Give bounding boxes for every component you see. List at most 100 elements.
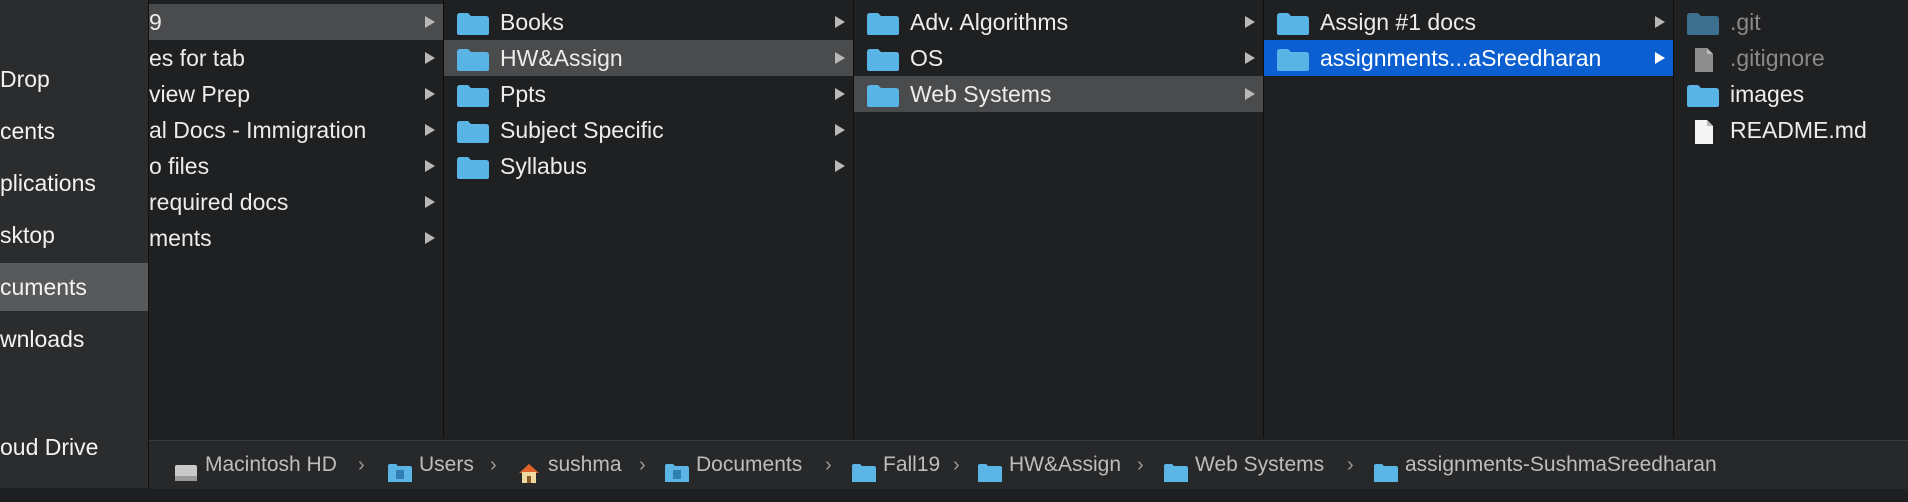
- sidebar-item-label: plications: [0, 170, 96, 196]
- browser-column[interactable]: .git .gitignore images README.md: [1674, 0, 1908, 438]
- item-label: README.md: [1730, 117, 1867, 143]
- item-label: Web Systems: [910, 81, 1052, 107]
- folder-icon: [1276, 10, 1310, 35]
- disclosure-arrow-icon: [425, 196, 435, 208]
- folder-icon: [866, 82, 900, 107]
- folder-icon: [456, 82, 490, 107]
- folder-icon: [866, 10, 900, 35]
- sidebar-item[interactable]: oud Drive: [0, 423, 148, 471]
- item-label: Assign #1 docs: [1320, 9, 1476, 35]
- path-crumb-label: HW&Assign: [1009, 453, 1122, 476]
- item-label: Adv. Algorithms: [910, 9, 1069, 35]
- folder-row[interactable]: Syllabus: [444, 148, 853, 184]
- folder-row[interactable]: Adv. Algorithms: [854, 4, 1263, 40]
- item-label: Ppts: [500, 81, 547, 107]
- sidebar: Drop cents plications sktop cuments wnloads ou…: [0, 0, 149, 488]
- disclosure-arrow-icon: [835, 52, 845, 64]
- sidebar-item[interactable]: wnloads: [0, 315, 148, 363]
- folder-row[interactable]: Ppts: [444, 76, 853, 112]
- disclosure-arrow-icon: [425, 52, 435, 64]
- sidebar-item-label: Drop: [0, 66, 50, 92]
- folder-row[interactable]: Books: [444, 4, 853, 40]
- folder-icon: [1686, 82, 1720, 107]
- folder-row[interactable]: HW&Assign: [444, 40, 853, 76]
- disclosure-arrow-icon: [425, 124, 435, 136]
- path-crumb-label: Fall19: [883, 453, 941, 476]
- folder-row[interactable]: ments: [149, 220, 443, 256]
- folder-icon: [456, 10, 490, 35]
- folder-row[interactable]: .git: [1674, 4, 1908, 40]
- item-label: al Docs - Immigration: [149, 117, 367, 143]
- browser-column[interactable]: Books HW&Assign Ppts Subject Specific Syllab…: [444, 0, 854, 438]
- item-label: .gitignore: [1730, 45, 1825, 71]
- disclosure-arrow-icon: [1245, 16, 1255, 28]
- disclosure-arrow-icon: [425, 88, 435, 100]
- browser-column[interactable]: 9 es for tab view Prep al Docs - Immigratio…: [149, 0, 444, 438]
- folder-icon: [456, 46, 490, 71]
- path-bar: Macintosh HD › Users › sushma › Documents › Fall…: [149, 440, 1908, 489]
- sidebar-item-label: oud Drive: [0, 434, 99, 460]
- sidebar-item[interactable]: plications: [0, 159, 148, 207]
- folder-icon: [977, 454, 1003, 482]
- path-crumb-label: Web Systems: [1195, 453, 1325, 476]
- folder-icon: [866, 46, 900, 71]
- path-separator-icon: ›: [953, 454, 960, 476]
- sidebar-item[interactable]: cents: [0, 107, 148, 155]
- folder-row[interactable]: al Docs - Immigration: [149, 112, 443, 148]
- path-separator-icon: ›: [358, 454, 365, 476]
- sidebar-item-label: sktop: [0, 222, 55, 248]
- item-label: required docs: [149, 189, 289, 215]
- folder-icon: [1163, 454, 1189, 482]
- disclosure-arrow-icon: [1655, 52, 1665, 64]
- item-label: HW&Assign: [500, 45, 623, 71]
- folder-row[interactable]: OS: [854, 40, 1263, 76]
- item-label: es for tab: [149, 45, 245, 71]
- sidebar-item[interactable]: Drop: [0, 55, 148, 103]
- folder-row[interactable]: Web Systems: [854, 76, 1263, 112]
- folder-row[interactable]: Subject Specific: [444, 112, 853, 148]
- file-row[interactable]: README.md: [1674, 112, 1908, 148]
- item-label: Subject Specific: [500, 117, 664, 143]
- item-label: Books: [500, 9, 564, 35]
- sidebar-item-label: cuments: [0, 274, 87, 300]
- folder-row[interactable]: images: [1674, 76, 1908, 112]
- users-folder-icon: [387, 454, 413, 482]
- home-icon: [516, 454, 542, 483]
- disclosure-arrow-icon: [1245, 52, 1255, 64]
- item-label: images: [1730, 81, 1805, 107]
- folder-row[interactable]: required docs: [149, 184, 443, 220]
- disclosure-arrow-icon: [835, 16, 845, 28]
- folder-icon: [1373, 454, 1399, 482]
- folder-icon: [456, 118, 490, 143]
- browser-column[interactable]: Adv. Algorithms OS Web Systems: [854, 0, 1264, 438]
- folder-row[interactable]: view Prep: [149, 76, 443, 112]
- documents-folder-icon: [664, 454, 690, 482]
- sidebar-item[interactable]: cuments: [0, 263, 148, 311]
- item-label: ments: [149, 225, 212, 251]
- folder-row[interactable]: 9: [149, 4, 443, 40]
- path-crumb-label: Documents: [696, 453, 803, 476]
- folder-icon: [1686, 10, 1720, 35]
- folder-row[interactable]: assignments...aSreedharan: [1264, 40, 1673, 76]
- item-label: 9: [149, 9, 162, 35]
- folder-row[interactable]: o files: [149, 148, 443, 184]
- file-icon: [1686, 46, 1720, 72]
- disclosure-arrow-icon: [1245, 88, 1255, 100]
- file-row[interactable]: .gitignore: [1674, 40, 1908, 76]
- folder-row[interactable]: es for tab: [149, 40, 443, 76]
- browser-column[interactable]: Assign #1 docs assignments...aSreedharan: [1264, 0, 1674, 438]
- disclosure-arrow-icon: [835, 160, 845, 172]
- sidebar-item[interactable]: sktop: [0, 211, 148, 259]
- file-icon: [1686, 118, 1720, 144]
- hard-drive-icon: [173, 454, 199, 481]
- item-label: .git: [1730, 9, 1761, 35]
- item-label: OS: [910, 45, 944, 71]
- path-crumb-label: sushma: [548, 453, 622, 476]
- folder-row[interactable]: Assign #1 docs: [1264, 4, 1673, 40]
- path-crumb-label: Macintosh HD: [205, 453, 337, 476]
- sidebar-item-label: cents: [0, 118, 55, 144]
- disclosure-arrow-icon: [425, 232, 435, 244]
- disclosure-arrow-icon: [425, 160, 435, 172]
- path-crumb-label: Users: [419, 453, 474, 476]
- sidebar-item-label: wnloads: [0, 326, 85, 352]
